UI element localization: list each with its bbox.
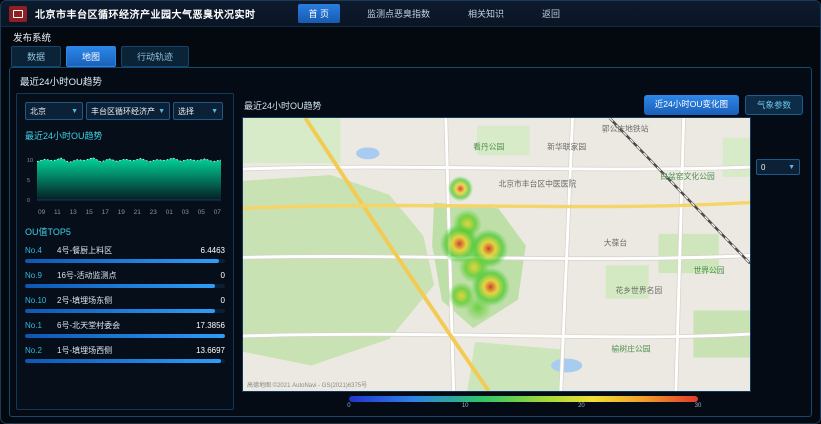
svg-text:5: 5 [27,178,30,184]
nav-item-knowledge[interactable]: 相关知识 [457,4,515,23]
rank-badge: No.4 [25,246,53,255]
weather-params-button[interactable]: 气象参数 [745,95,803,115]
map-label: 郭公庄地铁站 [602,124,649,134]
legend-tick: 30 [695,403,702,409]
map-label: 白盆窑文化公园 [660,171,715,181]
map-label: 北京市丰台区中医医院 [498,179,576,189]
ou-value: 13.6697 [196,346,225,355]
left-sidebar: 北京 ▼ 丰台区循环经济产 ▼ 选择 ▼ 最近24小时OU趋势 [16,93,234,410]
map-section-title: 最近24小时OU趋势 [244,99,322,112]
point-name: 6号-北天堂村委会 [57,320,192,331]
view-tabs: 数据 地图 行动轨迹 [1,45,820,67]
trend-x-axis: 091113151719212301030507 [25,208,225,216]
value-bar [25,259,225,263]
app-title: 北京市丰台区循环经济产业园大气恶臭状况实时 [35,6,256,21]
layer-select[interactable]: 0 ▼ [756,159,800,175]
legend-tick: 10 [462,403,469,409]
ou-value: 17.3856 [196,321,225,330]
chevron-down-icon: ▼ [158,108,165,115]
point-name: 4号-餐厨上料区 [57,245,197,256]
gaode-map[interactable]: 郭公庄地铁站 看丹公园 新华联家园 北京市丰台区中医医院 白盆窑文化公园 大葆台… [242,117,751,392]
park-select[interactable]: 丰台区循环经济产 ▼ [86,102,170,120]
rank-badge: No.1 [25,321,53,330]
map-canvas: 郭公庄地铁站 看丹公园 新华联家园 北京市丰台区中医医院 白盆窑文化公园 大葆台… [243,118,750,391]
ou-change-chart-button[interactable]: 近24小时OU变化图 [644,95,739,115]
map-label: 世界公园 [693,265,724,275]
rank-badge: No.10 [25,296,53,305]
map-attribution: 高德地图 ©2021 AutoNavi - GS(2021)6375号 [247,380,367,389]
top5-item[interactable]: No.2 1号-填埋场西侧 13.6697 [25,345,225,363]
chevron-down-icon: ▼ [211,108,218,115]
point-name: 16号-活动监测点 [57,270,217,281]
map-label: 新华联家园 [547,141,586,151]
rank-badge: No.9 [25,271,53,280]
chevron-down-icon: ▼ [788,164,795,171]
map-label: 看丹公园 [473,142,504,151]
map-section: 最近24小时OU趋势 近24小时OU变化图 气象参数 [242,93,805,410]
chevron-down-icon: ▼ [71,108,78,115]
ou-value: 6.4463 [201,246,225,255]
ou-value: 0 [221,271,225,280]
ou-value: 0 [221,296,225,305]
tab-track[interactable]: 行动轨迹 [121,46,189,67]
point-name: 1号-填埋场西侧 [57,345,192,356]
svg-text:10: 10 [27,158,33,164]
system-label: 发布系统 [1,27,820,45]
value-bar [25,284,225,288]
top5-list: No.4 4号-餐厨上料区 6.4463 No.9 16号-活动监测点 0 [25,245,225,363]
legend-gradient-bar [349,396,698,402]
main-nav: 首 页 监测点恶臭指数 相关知识 返回 [298,4,572,23]
nav-item-back[interactable]: 返回 [531,4,571,23]
trend-chart: 10 5 0 091113151719212301030507 [25,146,225,216]
map-label: 榆树庄公园 [612,344,651,354]
svg-text:0: 0 [27,198,30,204]
top5-item[interactable]: No.4 4号-餐厨上料区 6.4463 [25,245,225,263]
top5-item[interactable]: No.9 16号-活动监测点 0 [25,270,225,288]
value-bar [25,334,225,338]
point-select[interactable]: 选择 ▼ [173,102,223,120]
dashboard-window: 北京市丰台区循环经济产业园大气恶臭状况实时 首 页 监测点恶臭指数 相关知识 返… [0,0,821,424]
nav-item-home[interactable]: 首 页 [298,4,341,23]
map-side-panel: 0 ▼ [751,117,805,392]
nav-item-odor-index[interactable]: 监测点恶臭指数 [356,4,441,23]
map-label: 大葆台 [604,238,628,248]
panel-title: 最近24小时OU趋势 [16,72,805,93]
city-select[interactable]: 北京 ▼ [25,102,83,120]
value-bar [25,359,225,363]
legend-ticks: 0 10 20 30 [349,403,698,411]
trend-section-title: 最近24小时OU趋势 [25,129,225,142]
top5-item[interactable]: No.1 6号-北天堂村委会 17.3856 [25,320,225,338]
filter-row: 北京 ▼ 丰台区循环经济产 ▼ 选择 ▼ [25,102,225,120]
value-bar [25,309,225,313]
top5-section-title: OU值TOP5 [25,225,225,238]
top-bar: 北京市丰台区循环经济产业园大气恶臭状况实时 首 页 监测点恶臭指数 相关知识 返… [1,1,820,27]
top5-item[interactable]: No.10 2号-填埋场东侧 0 [25,295,225,313]
tab-map[interactable]: 地图 [66,46,116,67]
point-name: 2号-填埋场东侧 [57,295,217,306]
legend-tick: 20 [578,403,585,409]
tab-data[interactable]: 数据 [11,46,61,67]
map-label: 花乡世界名园 [615,285,662,295]
legend-tick: 0 [347,403,350,409]
rank-badge: No.2 [25,346,53,355]
app-logo-icon [9,6,27,22]
main-panel: 最近24小时OU趋势 北京 ▼ 丰台区循环经济产 ▼ 选择 ▼ [9,67,812,417]
ou-color-legend: 0 10 20 30 [242,392,805,410]
